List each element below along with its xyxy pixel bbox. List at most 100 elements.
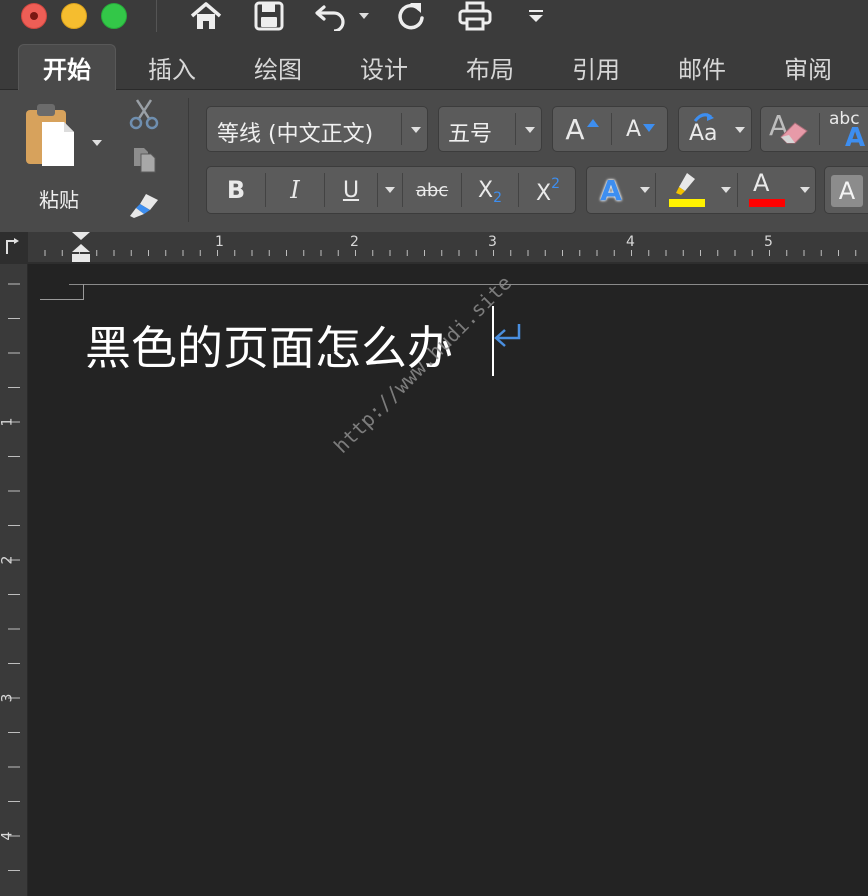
change-case-button[interactable]: Aa <box>678 106 752 152</box>
clear-formatting-group: A abc A <box>760 106 868 153</box>
redo-icon[interactable] <box>392 0 430 32</box>
tab-references[interactable]: 引用 <box>550 44 642 90</box>
font-size-separator <box>515 113 516 145</box>
zoom-window-button[interactable] <box>101 3 127 29</box>
eraser-icon <box>780 122 808 144</box>
shrink-font-button[interactable]: A <box>612 107 669 151</box>
superscript-mark: 2 <box>551 176 560 192</box>
highlight-button[interactable] <box>659 167 715 215</box>
clear-formatting-button[interactable]: A <box>761 107 819 151</box>
change-case-chevron-down-icon[interactable] <box>735 127 745 133</box>
horizontal-ruler <box>0 232 868 264</box>
superscript-button[interactable]: X 2 <box>519 167 577 213</box>
color-separator <box>655 173 656 207</box>
vertical-ruler <box>0 264 28 896</box>
tab-review[interactable]: 审阅 <box>762 44 854 90</box>
tab-insert[interactable]: 插入 <box>126 44 218 90</box>
document-page[interactable]: 黑色的页面怎么办 http://www.hudi.site <box>29 264 868 896</box>
shrink-font-label: A <box>625 116 642 142</box>
font-name-separator <box>401 113 402 145</box>
color-separator <box>737 173 738 207</box>
underline-chevron-down-icon[interactable] <box>378 167 402 213</box>
paste-label: 粘贴 <box>39 188 79 212</box>
format-buttons-group: B I U abc X 2 X 2 <box>206 166 576 214</box>
ribbon-tabs: 开始 插入 绘图 设计 布局 引用 邮件 审阅 <box>0 38 868 90</box>
highlight-chevron-down-icon[interactable] <box>715 167 737 213</box>
change-case-label: Aa <box>689 121 718 146</box>
titlebar-divider <box>156 0 157 32</box>
margin-corner-mark <box>40 284 84 300</box>
tab-layout[interactable]: 布局 <box>444 44 536 90</box>
grow-font-label: A <box>565 112 585 146</box>
horizontal-ruler-scale <box>28 232 868 262</box>
tab-design[interactable]: 设计 <box>338 44 430 90</box>
ruler-number: 4 <box>626 234 635 250</box>
grow-arrow-icon <box>586 119 599 127</box>
font-name-select[interactable]: 等线 (中文正文) <box>206 106 428 152</box>
page-margin-line <box>69 284 868 285</box>
text-effects-chevron-down-icon[interactable] <box>635 167 655 213</box>
customize-icon[interactable] <box>524 0 548 32</box>
undo-icon[interactable] <box>312 0 352 32</box>
font-color-label: A <box>753 169 770 197</box>
document-text[interactable]: 黑色的页面怎么办 <box>85 312 453 378</box>
tab-mailings[interactable]: 邮件 <box>656 44 748 90</box>
tab-stop-selector-icon[interactable] <box>4 238 20 254</box>
italic-button[interactable]: I <box>266 167 324 213</box>
close-window-button[interactable] <box>21 3 47 29</box>
ruler-number: 1 <box>215 234 224 250</box>
color-buttons-group: A A <box>586 166 816 214</box>
character-shading-label: A <box>831 175 863 207</box>
strikethrough-button[interactable]: abc <box>403 167 461 213</box>
grow-font-button[interactable]: A <box>553 107 611 151</box>
subscript-mark: 2 <box>493 190 502 206</box>
paste-chevron-down-icon[interactable] <box>92 140 102 146</box>
superscript-label: X <box>536 180 552 206</box>
subscript-label: X <box>478 177 494 203</box>
cut-icon[interactable] <box>128 98 160 130</box>
text-effect-button[interactable]: abc A <box>825 107 868 153</box>
ruler-number: 4 <box>0 831 16 841</box>
paste-button[interactable]: 粘贴 <box>18 100 108 212</box>
font-size-chevron-down-icon[interactable] <box>525 127 535 133</box>
copy-icon[interactable] <box>130 144 160 174</box>
text-effects-button[interactable]: A <box>587 167 635 213</box>
ruler-number: 3 <box>0 693 16 703</box>
ruler-number: 1 <box>0 417 16 427</box>
font-name-chevron-down-icon[interactable] <box>411 127 421 133</box>
ribbon-group-divider <box>188 98 189 222</box>
clipboard-icon <box>26 104 74 166</box>
font-size-select[interactable]: 五号 <box>438 106 542 152</box>
font-color-chevron-down-icon[interactable] <box>793 167 817 213</box>
text-effect-a-icon: A <box>845 123 866 153</box>
tab-home[interactable]: 开始 <box>18 44 116 90</box>
clear-formatting-separator <box>819 113 820 145</box>
font-size-grow-shrink-group: A A <box>552 106 668 152</box>
underline-button[interactable]: U <box>325 167 377 213</box>
text-effects-label: A <box>600 173 622 207</box>
font-name-value: 等线 (中文正文) <box>217 122 374 147</box>
character-shading-button[interactable]: A <box>824 166 868 214</box>
home-icon[interactable] <box>186 0 226 32</box>
horizontal-ruler-ticks <box>44 250 857 256</box>
tab-draw[interactable]: 绘图 <box>232 44 324 90</box>
font-size-value: 五号 <box>448 122 493 147</box>
highlighter-icon <box>676 173 695 195</box>
title-bar <box>0 0 868 38</box>
shrink-arrow-icon <box>643 124 656 132</box>
ribbon-home: 粘贴 等线 (中文正文) 五号 A A Aa A abc A B I U abc… <box>0 90 868 232</box>
format-painter-icon[interactable] <box>126 190 162 220</box>
paragraph-return-icon <box>494 324 521 347</box>
bold-button[interactable]: B <box>207 167 265 213</box>
minimize-window-button[interactable] <box>61 3 87 29</box>
subscript-button[interactable]: X 2 <box>462 167 518 213</box>
ruler-number: 5 <box>764 234 773 250</box>
font-color-button[interactable]: A <box>741 167 793 215</box>
font-color-swatch <box>749 199 785 207</box>
save-icon[interactable] <box>250 0 288 32</box>
undo-dropdown-chevron-icon[interactable] <box>356 0 372 32</box>
ruler-number: 2 <box>350 234 359 250</box>
ruler-number: 2 <box>0 555 16 565</box>
ruler-number: 3 <box>488 234 497 250</box>
print-icon[interactable] <box>456 0 494 32</box>
